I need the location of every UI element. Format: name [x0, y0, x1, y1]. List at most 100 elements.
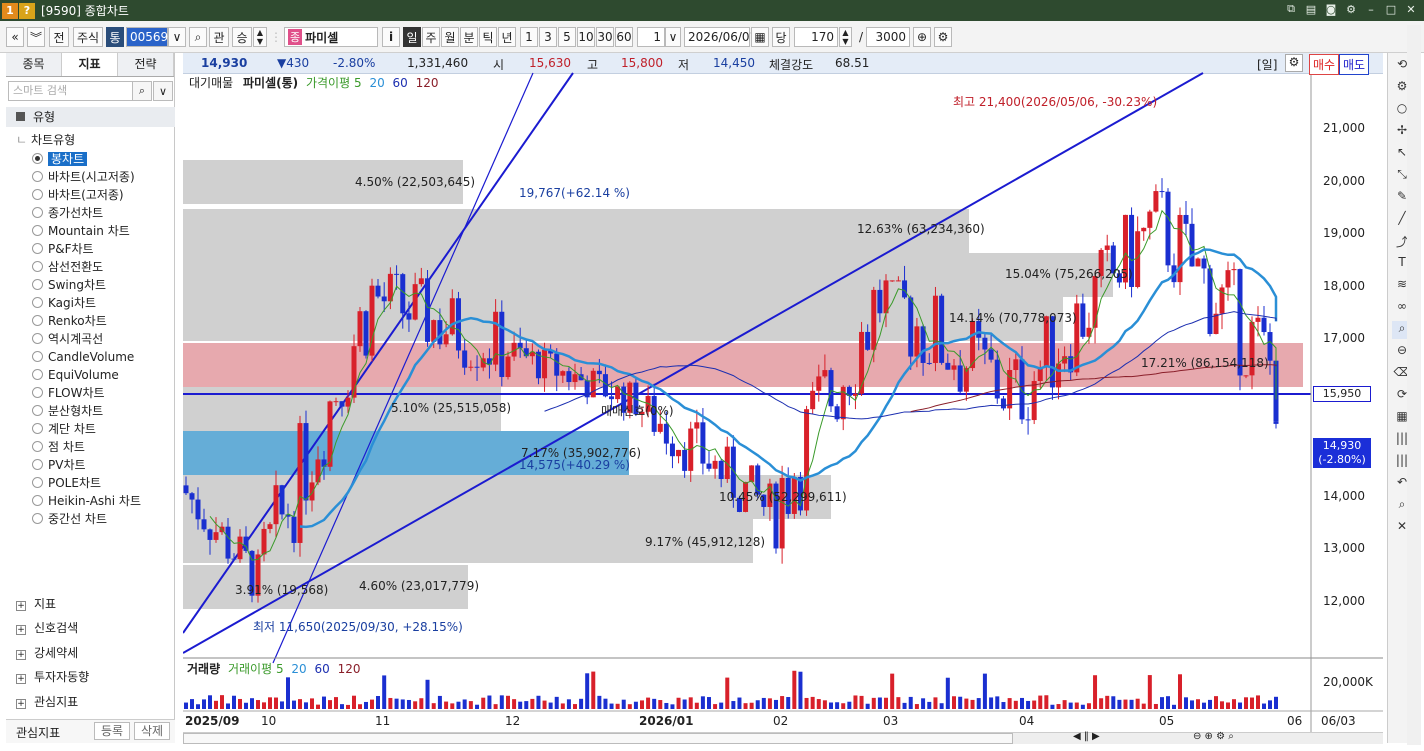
count-input[interactable]: 170: [794, 27, 838, 47]
chart-type-radio[interactable]: [32, 279, 43, 290]
maximize-icon[interactable]: □: [1384, 2, 1398, 16]
chart-type-radio[interactable]: [32, 369, 43, 380]
chart-type-item[interactable]: Mountain 차트: [48, 222, 130, 240]
chart-type-item[interactable]: 중간선 차트: [48, 510, 107, 528]
chart-type-item[interactable]: 바차트(고저종): [48, 186, 124, 204]
chart-type-radio[interactable]: [32, 459, 43, 470]
play-controls-icon[interactable]: ◀ ‖ ▶: [1073, 731, 1100, 742]
tab-stock[interactable]: 종목: [6, 53, 62, 76]
date-input[interactable]: 2026/06/01: [684, 27, 757, 47]
screenshot-icon[interactable]: ◙: [1324, 2, 1338, 16]
chart-type-item[interactable]: EquiVolume: [48, 366, 119, 384]
horizontal-scrollbar[interactable]: ◀ ‖ ▶ ⊖ ⊕ ⚙ ⌕: [183, 731, 1383, 744]
chart-settings-icon[interactable]: ⚙: [934, 27, 952, 47]
day-button[interactable]: 당: [772, 27, 790, 47]
chart-type-item[interactable]: 분산형차트: [48, 402, 103, 420]
chart-type-radio[interactable]: [32, 153, 43, 164]
vertical-scrollbar[interactable]: [1407, 25, 1421, 745]
zoom-controls-icon[interactable]: ⊖ ⊕ ⚙ ⌕: [1193, 731, 1234, 742]
chart-type-radio[interactable]: [32, 351, 43, 362]
period-month[interactable]: 월: [441, 27, 459, 47]
chart-type-item[interactable]: 점 차트: [48, 438, 85, 456]
code-dropdown-icon[interactable]: ∨: [168, 27, 186, 47]
count-spin-icon[interactable]: ▲ ▼: [839, 27, 852, 47]
close-icon[interactable]: ✕: [1404, 2, 1418, 16]
period-week[interactable]: 주: [422, 27, 440, 47]
group-indicator[interactable]: + 지표: [6, 592, 175, 616]
chart-type-radio[interactable]: [32, 261, 43, 272]
chart-type-item[interactable]: 바차트(시고저종): [48, 168, 135, 186]
chart-type-radio[interactable]: [32, 405, 43, 416]
prev-button[interactable]: «: [6, 27, 24, 47]
section-type[interactable]: 유형: [6, 107, 175, 127]
chart-type-item[interactable]: POLE차트: [48, 474, 101, 492]
stock-code-input[interactable]: 005690: [126, 27, 176, 47]
chart-type-item[interactable]: FLOW차트: [48, 384, 105, 402]
rise-button[interactable]: 승: [232, 27, 252, 47]
interval-1[interactable]: 1: [520, 27, 538, 47]
chart-type-radio[interactable]: [32, 333, 43, 344]
group-strength[interactable]: + 강세약세: [6, 641, 175, 665]
register-button[interactable]: 등록: [94, 722, 130, 740]
chart-type-item[interactable]: CandleVolume: [48, 348, 134, 366]
chart-type-radio[interactable]: [32, 441, 43, 452]
period-tick[interactable]: 틱: [479, 27, 497, 47]
chart-type-radio[interactable]: [32, 315, 43, 326]
info-button[interactable]: i: [382, 27, 400, 47]
interval-30[interactable]: 30: [596, 27, 614, 47]
tab-indicator[interactable]: 지표: [62, 53, 118, 76]
group-investor[interactable]: + 투자자동향: [6, 665, 175, 689]
chart-type-item[interactable]: Kagi차트: [48, 294, 96, 312]
zoom-in-icon[interactable]: ⊕: [913, 27, 931, 47]
stock-name-field[interactable]: 종 파미셀: [284, 27, 378, 47]
chart-type-radio[interactable]: [32, 477, 43, 488]
interval-10[interactable]: 10: [577, 27, 595, 47]
group-signal[interactable]: + 신호검색: [6, 616, 175, 640]
tab-strategy[interactable]: 전략: [118, 53, 174, 76]
chart-type-item[interactable]: Renko차트: [48, 312, 107, 330]
split-icon[interactable]: ▤: [1304, 2, 1318, 16]
stock-type-button[interactable]: 주식: [73, 27, 103, 47]
delete-button[interactable]: 삭제: [134, 722, 170, 740]
period-minute[interactable]: 분: [460, 27, 478, 47]
chart-type-radio[interactable]: [32, 297, 43, 308]
chart-type-item[interactable]: 계단 차트: [48, 420, 96, 438]
chart-area[interactable]: 14,930 ▼430 -2.80% 1,331,460 시 15,630 고 …: [183, 53, 1383, 743]
chart-type-radio[interactable]: [32, 423, 43, 434]
chart-type-radio[interactable]: [32, 243, 43, 254]
watch-button[interactable]: 관: [209, 27, 229, 47]
minimize-icon[interactable]: –: [1364, 2, 1378, 16]
search-dropdown-icon[interactable]: ∨: [153, 81, 173, 101]
chart-type-item[interactable]: Heikin-Ashi 차트: [48, 492, 141, 510]
chart-type-radio[interactable]: [32, 495, 43, 506]
search-icon[interactable]: ⌕: [189, 27, 207, 47]
chart-type-item[interactable]: 역시계곡선: [48, 330, 103, 348]
settings-icon[interactable]: ⚙: [1344, 2, 1358, 16]
new-window-icon[interactable]: ⧉: [1284, 2, 1298, 16]
unified-button[interactable]: 통: [106, 27, 124, 47]
help-icon[interactable]: ?: [19, 2, 35, 19]
unit-dropdown-icon[interactable]: ∨: [665, 27, 681, 47]
before-button[interactable]: 전: [49, 27, 69, 47]
chart-type-radio[interactable]: [32, 225, 43, 236]
period-day[interactable]: 일: [403, 27, 421, 47]
chart-type-radio[interactable]: [32, 207, 43, 218]
chart-type-radio[interactable]: [32, 513, 43, 524]
chart-type-item[interactable]: 종가선차트: [48, 204, 103, 222]
interval-5[interactable]: 5: [558, 27, 576, 47]
calendar-icon[interactable]: ▦: [751, 27, 769, 47]
spin-icon[interactable]: ▲ ▼: [253, 27, 267, 47]
period-year[interactable]: 년: [498, 27, 516, 47]
chevron-down-icon[interactable]: ︾: [27, 27, 45, 47]
max-count-input[interactable]: 3000: [866, 27, 910, 47]
chart-type-radio[interactable]: [32, 387, 43, 398]
chart-type-item[interactable]: Swing차트: [48, 276, 106, 294]
chart-type-item[interactable]: PV차트: [48, 456, 86, 474]
chart-type-item[interactable]: 삼선전환도: [48, 258, 103, 276]
group-favorite[interactable]: + 관심지표: [6, 690, 175, 714]
chart-type-radio[interactable]: [32, 189, 43, 200]
search-icon[interactable]: ⌕: [132, 81, 152, 101]
price-chart[interactable]: [183, 53, 1383, 743]
chart-type-item[interactable]: P&F차트: [48, 240, 94, 258]
chart-type-item[interactable]: 봉차트: [48, 150, 88, 168]
